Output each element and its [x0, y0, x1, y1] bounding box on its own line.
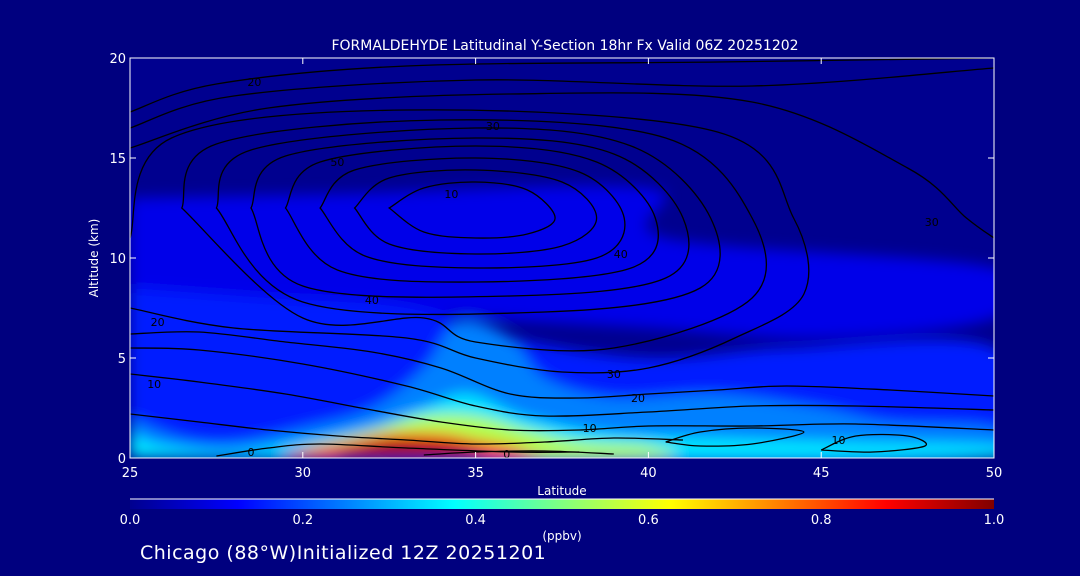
contour-label: 0	[503, 448, 510, 461]
contour-label: 10	[444, 188, 458, 201]
y-tick-label: 10	[109, 252, 126, 267]
y-tick-label: 0	[118, 452, 126, 467]
y-tick-label: 15	[109, 152, 126, 167]
colorbar-tick-label: 0.4	[465, 513, 486, 528]
location-caption: Chicago (88°W)Initialized 12Z 20251201	[140, 542, 547, 564]
colorbar-tick-label: 0.8	[811, 513, 832, 528]
contour-label: 0	[247, 446, 254, 459]
contour-label: 20	[247, 76, 261, 89]
y-tick-label: 20	[109, 52, 126, 67]
colorbar: 0.0 0.2 0.4 0.6 0.8 1.0	[120, 498, 1005, 528]
y-tick-label: 5	[118, 352, 126, 367]
contour-label: 10	[583, 422, 597, 435]
colorbar-tick-label: 1.0	[984, 513, 1005, 528]
contour-label: 30	[486, 120, 500, 133]
cross-section-chart: 104050403030302020201010100 0 25 30 35 40 45 5…	[87, 38, 1005, 543]
x-axis-label: Latitude	[537, 484, 586, 498]
x-tick-label: 35	[467, 466, 484, 481]
contour-label: 50	[330, 156, 344, 169]
contour-label: 20	[631, 392, 645, 405]
contour-label: 20	[151, 316, 165, 329]
colorbar-label: (ppbv)	[542, 529, 581, 543]
contour-label: 30	[607, 368, 621, 381]
contour-label: 40	[365, 294, 379, 307]
x-tick-label: 25	[122, 466, 139, 481]
contour-label: 10	[147, 378, 161, 391]
chart-title: FORMALDEHYDE Latitudinal Y-Section 18hr …	[331, 38, 798, 54]
colorbar-gradient	[130, 499, 994, 509]
colorbar-tick-label: 0.2	[292, 513, 313, 528]
contour-label: 30	[925, 216, 939, 229]
x-tick-label: 45	[813, 466, 830, 481]
x-tick-label: 40	[640, 466, 657, 481]
colorbar-tick-label: 0.0	[120, 513, 141, 528]
x-tick-label: 30	[295, 466, 312, 481]
x-tick-label: 50	[986, 466, 1003, 481]
y-axis-label: Altitude (km)	[87, 219, 101, 298]
contour-label: 10	[831, 434, 845, 447]
contour-label: 40	[614, 248, 628, 261]
colorbar-tick-label: 0.6	[638, 513, 659, 528]
